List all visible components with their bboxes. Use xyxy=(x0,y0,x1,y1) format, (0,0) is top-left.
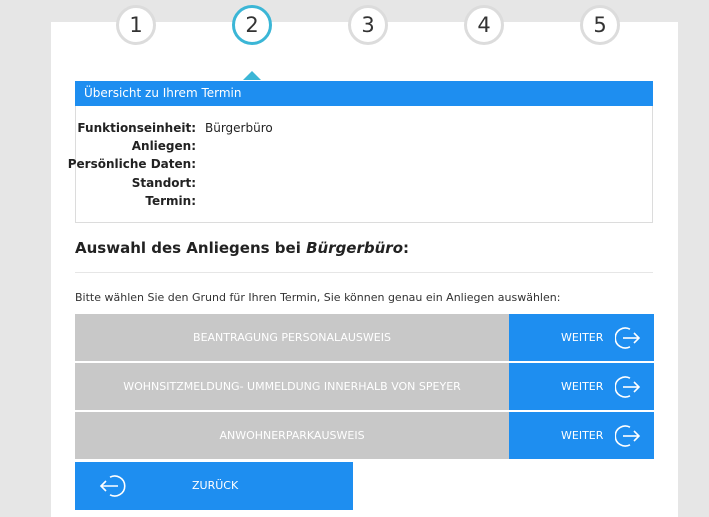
back-button[interactable]: ZURÜCK xyxy=(75,462,353,510)
step-5[interactable]: 5 xyxy=(580,5,620,45)
next-button-wohnsitzmeldung[interactable]: WEITER xyxy=(509,363,654,410)
appointment-summary: Übersicht zu Ihrem Termin Funktionseinhe… xyxy=(67,81,653,223)
exit-arrow-right-icon xyxy=(615,425,641,447)
service-option-anwohnerparkausweis[interactable]: ANWOHNERPARKAUSWEIS xyxy=(75,412,509,459)
next-button-personalausweis[interactable]: WEITER xyxy=(509,314,654,361)
next-button-anwohnerparkausweis[interactable]: WEITER xyxy=(509,412,654,459)
active-step-pointer xyxy=(243,71,261,80)
service-option-wohnsitzmeldung[interactable]: WOHNSITZMELDUNG- UMMELDUNG INNERHALB VON… xyxy=(75,363,509,410)
section-divider xyxy=(75,272,653,273)
step-4[interactable]: 4 xyxy=(464,5,504,45)
service-row: BEANTRAGUNG PERSONALAUSWEIS WEITER xyxy=(75,314,654,361)
exit-arrow-right-icon xyxy=(615,376,641,398)
step-3[interactable]: 3 xyxy=(348,5,388,45)
step-1[interactable]: 1 xyxy=(116,5,156,45)
summary-row-appointment: Termin: xyxy=(145,194,196,208)
summary-row-personal-data: Persönliche Daten: xyxy=(67,157,196,171)
exit-arrow-right-icon xyxy=(615,327,641,349)
section-title: Auswahl des Anliegens bei Bürgerbüro: xyxy=(75,239,409,257)
summary-row-function-unit: Funktionseinheit: Bürgerbüro xyxy=(77,121,273,135)
service-row: ANWOHNERPARKAUSWEIS WEITER xyxy=(75,412,654,459)
instruction-text: Bitte wählen Sie den Grund für Ihren Ter… xyxy=(75,291,561,304)
summary-row-location: Standort: xyxy=(131,176,196,190)
step-2-active[interactable]: 2 xyxy=(232,5,272,45)
summary-row-concern: Anliegen: xyxy=(131,139,196,153)
summary-title: Übersicht zu Ihrem Termin xyxy=(75,81,653,106)
service-option-personalausweis[interactable]: BEANTRAGUNG PERSONALAUSWEIS xyxy=(75,314,509,361)
exit-arrow-left-icon xyxy=(99,475,126,497)
back-button-label: ZURÜCK xyxy=(192,479,239,492)
service-row: WOHNSITZMELDUNG- UMMELDUNG INNERHALB VON… xyxy=(75,363,654,410)
